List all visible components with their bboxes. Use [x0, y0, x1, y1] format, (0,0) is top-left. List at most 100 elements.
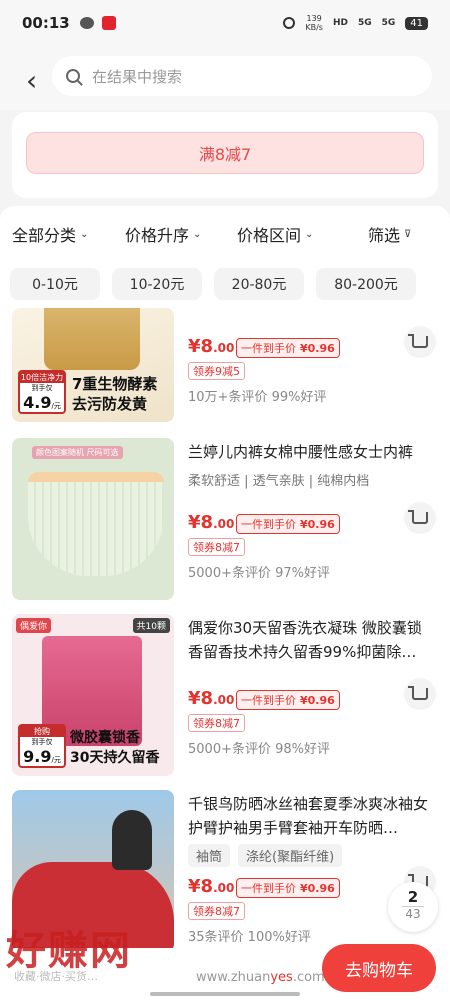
price-dec: .00	[213, 881, 235, 895]
price: ¥8.00	[188, 512, 235, 533]
person-graphic	[112, 810, 152, 870]
cart-icon	[408, 334, 428, 348]
product-tags: 柔软舒适 | 透气亲肤 | 纯棉内档	[188, 474, 370, 489]
sort-price-label: 价格升序	[125, 226, 190, 245]
hd-icon: HD	[332, 18, 348, 28]
watermark-sub: 收藏·微店·买货…	[14, 970, 98, 983]
hand-price: ¥0.96	[300, 341, 335, 355]
review-count: 5000+条评价 97%好评	[188, 566, 331, 581]
price-chip[interactable]: 0-10元	[10, 268, 100, 300]
price-int: 8	[200, 512, 214, 533]
price: ¥8.00	[188, 336, 235, 357]
price-badge: 抢购 到手仅 9.9/元	[18, 724, 66, 768]
attr-pill: 涤纶(聚酯纤维)	[238, 844, 343, 867]
status-bar: 00:13 139 KB/s HD 5G 5G 41	[0, 0, 450, 46]
caption-line: 30天持久留香	[70, 750, 160, 766]
price-chip[interactable]: 80-200元	[316, 268, 416, 300]
hand-label: 一件到手价	[241, 882, 296, 895]
coupon-tag[interactable]: 领券8减7	[188, 902, 245, 920]
filter-label: 筛选	[368, 226, 401, 245]
product-image[interactable]: 颜色图案随机 尺码可选	[12, 438, 174, 600]
url-part: yes	[270, 970, 293, 985]
price-int: 8	[200, 336, 214, 357]
hand-price: ¥0.96	[300, 693, 335, 707]
add-to-cart-button[interactable]	[404, 502, 436, 534]
search-header: ‹ 在结果中搜索	[0, 46, 450, 110]
price-chip[interactable]: 10-20元	[112, 268, 202, 300]
badge-unit: /元	[51, 402, 61, 410]
count-tag: 共10颗	[132, 618, 170, 633]
price: ¥8.00	[188, 688, 235, 709]
promo-button[interactable]: 满8减7	[26, 132, 424, 174]
price-dec: .00	[213, 517, 235, 531]
hand-price-tag: 一件到手价 ¥0.96	[236, 514, 340, 534]
promo-card: 满8减7	[12, 112, 438, 198]
price-dec: .00	[213, 341, 235, 355]
search-placeholder: 在结果中搜索	[92, 67, 183, 86]
sort-category[interactable]: 全部分类 ⌄	[12, 222, 88, 246]
underwear-graphic	[28, 472, 164, 576]
cart-icon	[408, 686, 428, 700]
image-banner: 颜色图案随机 尺码可选	[32, 446, 123, 459]
detergent-bag-graphic	[44, 308, 140, 370]
hand-label: 一件到手价	[241, 342, 296, 355]
badge-top: 10倍洁净力	[20, 372, 64, 383]
review-count: 35条评价 100%好评	[188, 930, 311, 945]
search-input[interactable]: 在结果中搜索	[52, 56, 432, 96]
product-list: 10倍洁净力 到手仅 4.9/元 7重生物酵素 去污防发黄 ¥8.00 一件到手…	[0, 308, 450, 948]
coupon-tag[interactable]: 领券8减7	[188, 538, 245, 556]
chevron-down-icon: ⌄	[305, 228, 314, 240]
price-dec: .00	[213, 693, 235, 707]
badge-top: 抢购	[20, 726, 64, 737]
product-card[interactable]: 偶爱你 共10颗 抢购 到手仅 9.9/元 微胶囊锁香 30天持久留香 偶爱你3…	[0, 610, 450, 780]
price-int: 8	[200, 688, 214, 709]
image-caption: 7重生物酵素 去污防发黄	[72, 374, 157, 414]
clock: 00:13	[22, 14, 70, 32]
product-title[interactable]: 偶爱你30天留香洗衣凝珠 微胶囊锁香留香技术持久留香99%抑菌除…	[188, 616, 432, 664]
product-title[interactable]: 千银鸟防晒冰丝袖套夏季冰爽冰袖女护臂护袖男手臂套袖开车防晒…	[188, 792, 432, 840]
attr-pill: 袖筒	[188, 844, 231, 867]
product-image[interactable]: 偶爱你 共10颗 抢购 到手仅 9.9/元 微胶囊锁香 30天持久留香	[12, 614, 174, 776]
price: ¥8.00	[188, 876, 235, 897]
price-int: 8	[200, 876, 214, 897]
coupon-tag[interactable]: 领券9减5	[188, 362, 245, 380]
add-to-cart-button[interactable]	[404, 326, 436, 358]
page-current: 2	[407, 888, 419, 906]
hand-price-tag: 一件到手价 ¥0.96	[236, 338, 340, 358]
search-icon	[66, 69, 80, 83]
product-image[interactable]: 10倍洁净力 到手仅 4.9/元 7重生物酵素 去污防发黄	[12, 308, 174, 422]
back-arrow-icon[interactable]: ‹	[26, 64, 37, 97]
badge-small: 到手仅	[31, 384, 53, 392]
signal-icon-1: 5G	[357, 18, 372, 28]
product-card[interactable]: 颜色图案随机 尺码可选 兰婷儿内裤女棉中腰性感女士内裤 柔软舒适 | 透气亲肤 …	[0, 434, 450, 604]
alarm-icon	[283, 17, 296, 29]
review-count: 10万+条评价 99%好评	[188, 390, 327, 405]
image-caption: 微胶囊锁香 30天持久留香	[70, 728, 159, 768]
hand-price: ¥0.96	[300, 517, 335, 531]
product-tags: 袖筒 涤纶(聚酯纤维)	[188, 844, 343, 867]
watermark-url: www.zhuanyes.com	[196, 970, 325, 985]
product-title[interactable]: 兰婷儿内裤女棉中腰性感女士内裤	[188, 440, 432, 464]
battery-icon: 41	[405, 16, 428, 30]
product-card[interactable]: 10倍洁净力 到手仅 4.9/元 7重生物酵素 去污防发黄 ¥8.00 一件到手…	[0, 308, 450, 426]
hand-price-tag: 一件到手价 ¥0.96	[236, 690, 340, 710]
home-indicator[interactable]	[150, 992, 300, 996]
cart-icon	[408, 510, 428, 524]
chevron-down-icon: ⌄	[80, 228, 89, 240]
page-total: 43	[402, 906, 424, 921]
brand-tag: 偶爱你	[16, 618, 52, 633]
coupon-tag[interactable]: 领券8减7	[188, 714, 245, 732]
review-count: 5000+条评价 98%好评	[188, 742, 331, 757]
add-to-cart-button[interactable]	[404, 678, 436, 710]
page-indicator[interactable]: 2 43	[388, 882, 438, 932]
sort-range-label: 价格区间	[237, 226, 302, 245]
sort-price-asc[interactable]: 价格升序 ⌄	[125, 222, 201, 246]
caption-line: 微胶囊锁香	[70, 730, 140, 746]
price-chip[interactable]: 20-80元	[214, 268, 304, 300]
wechat-icon	[79, 17, 94, 29]
url-part: www.zhuan	[196, 970, 271, 985]
filter-button[interactable]: 筛选 ⊽	[368, 222, 411, 246]
sort-price-range[interactable]: 价格区间 ⌄	[237, 222, 313, 246]
badge-big: 4.9	[23, 393, 52, 412]
go-to-cart-button[interactable]: 去购物车	[322, 944, 436, 992]
